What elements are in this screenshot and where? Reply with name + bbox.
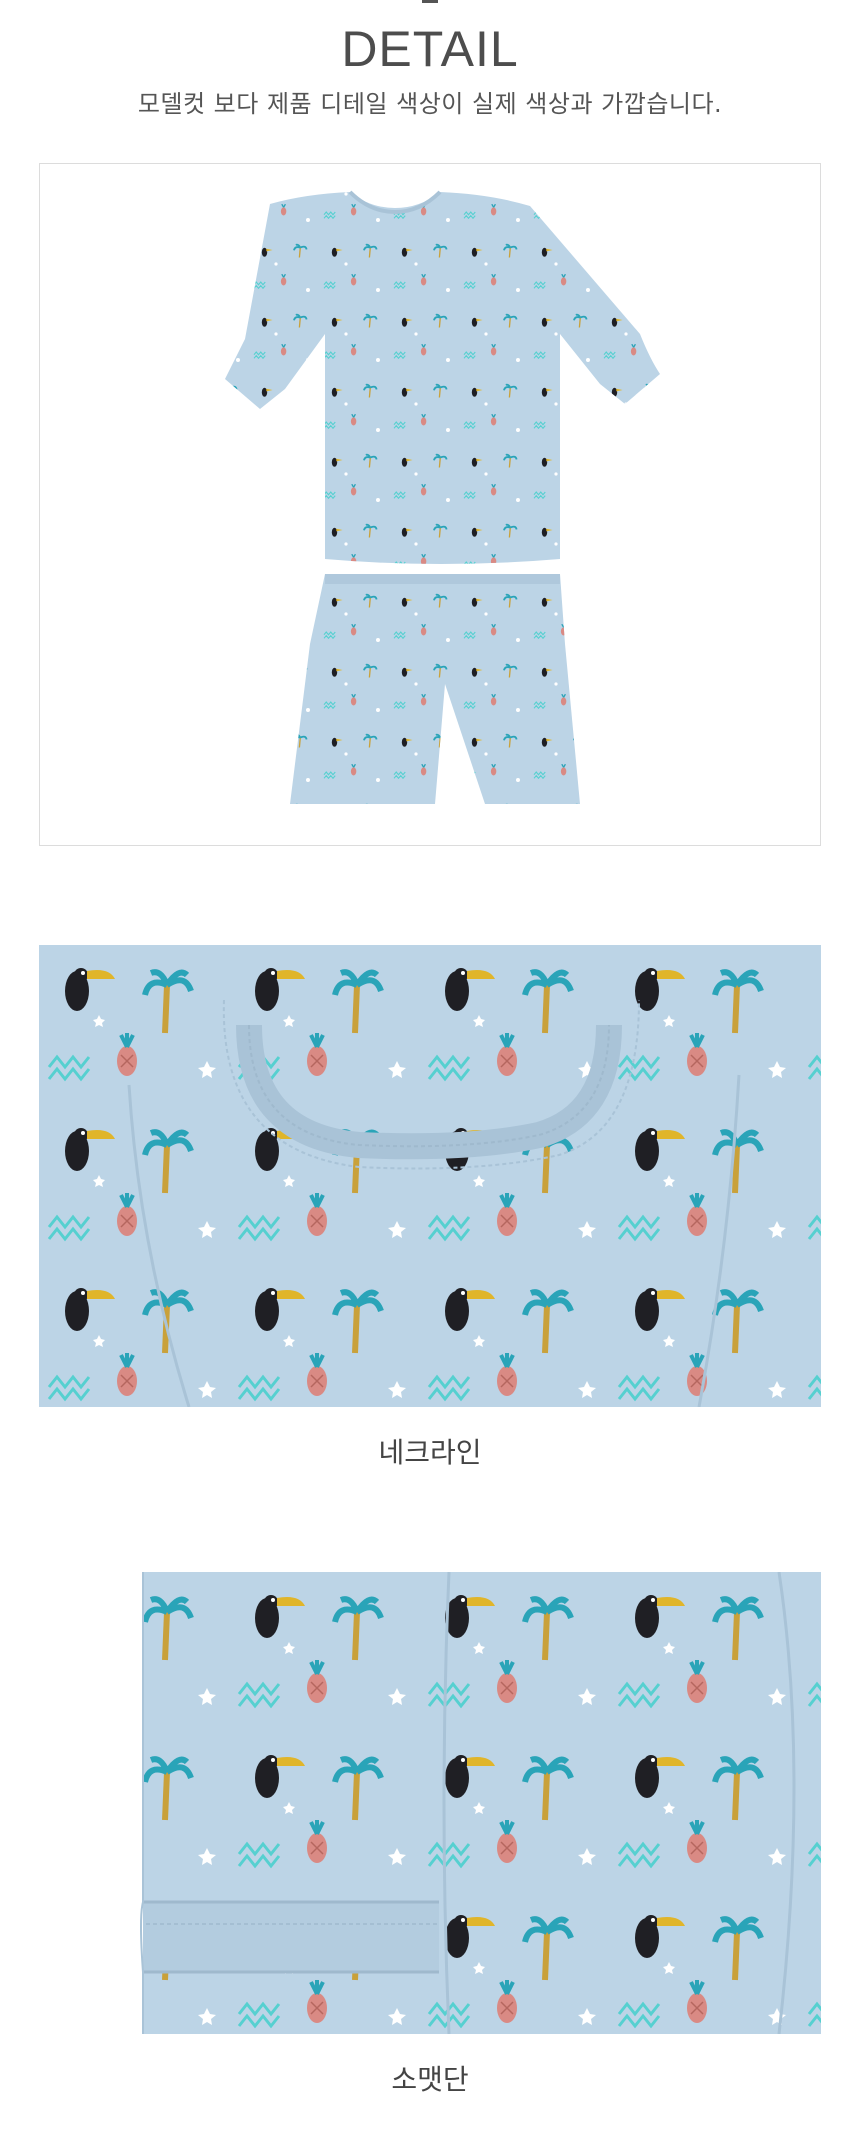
pajama-set-illustration (225, 190, 660, 804)
sleeve-hem-closeup-illustration (39, 1572, 821, 2034)
section-subtitle: 모델컷 보다 제품 디테일 색상이 실제 색상과 가깝습니다. (137, 90, 723, 118)
sleeve-hem-detail-photo (39, 1572, 821, 2034)
title-accent-bar (422, 0, 438, 3)
section-title: DETAIL (341, 21, 519, 77)
neckline-caption: 네크라인 (378, 1436, 482, 1469)
neckline-closeup-illustration (39, 945, 821, 1407)
neckline-detail-photo (39, 945, 821, 1407)
sleeve-hem-caption: 소맷단 (391, 2063, 469, 2096)
sleeve-cuff (139, 1902, 439, 1972)
product-full-photo (39, 163, 821, 846)
